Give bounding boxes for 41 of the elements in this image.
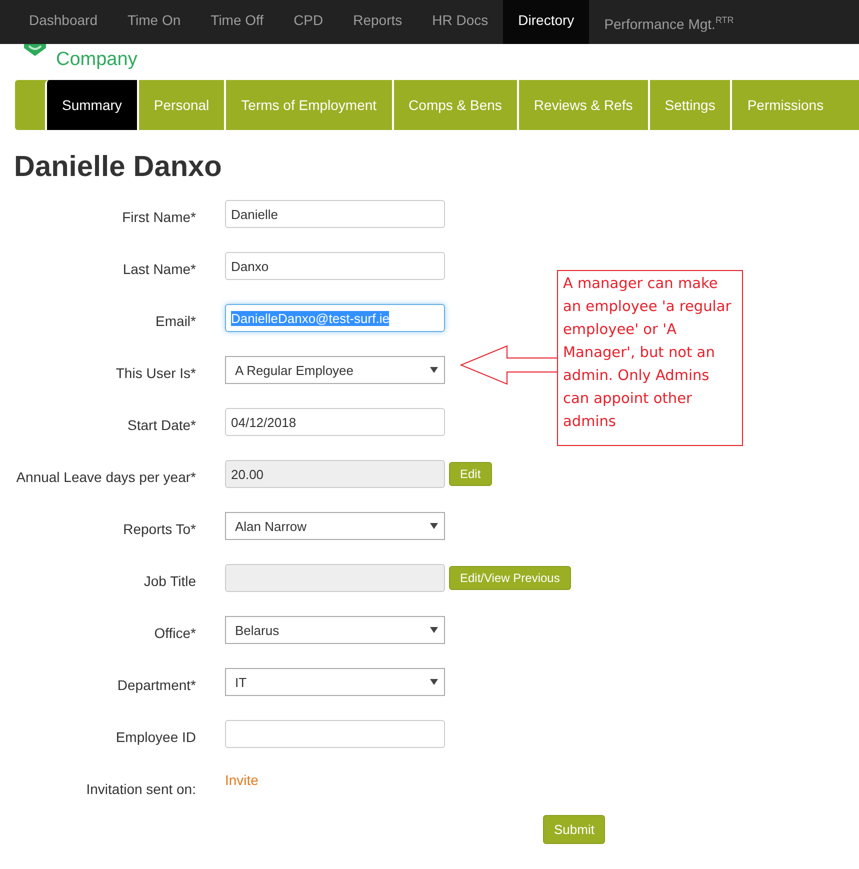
input-field[interactable]: Danielle [225, 200, 445, 228]
field-label: Reports To* [122, 520, 196, 537]
nav-tab[interactable]: Time Off [196, 0, 279, 44]
input-field[interactable]: Danxo [225, 252, 445, 280]
annotation-note: A manager can make an employee 'a regular employee' or 'A Manager', but not an admin. Only Admins can appoint other admins [557, 270, 743, 446]
logo-icon [22, 44, 48, 58]
field-label: Office* [153, 624, 196, 641]
input-field[interactable]: 20.00 [225, 460, 445, 488]
caret-icon [430, 367, 438, 373]
page-title: Danielle Danxo [14, 150, 223, 184]
dropdown[interactable]: Belarus [225, 616, 445, 644]
field-label: First Name* [121, 208, 196, 225]
field-label: Annual Leave days per year* [15, 468, 196, 485]
field-label: Start Date* [126, 416, 196, 433]
logo-text: Company [56, 50, 138, 70]
nav-tab[interactable]: Dashboard [14, 0, 112, 44]
field-label: Employee ID [114, 728, 196, 745]
field-label: Invitation sent on: [85, 780, 196, 797]
dropdown[interactable]: Alan Narrow [225, 512, 445, 540]
caret-icon [430, 679, 438, 685]
nav-tab[interactable]: Directory [503, 0, 590, 44]
input-field[interactable]: 04/12/2018 [225, 408, 445, 436]
dropdown[interactable]: A Regular Employee [225, 356, 445, 384]
dropdown[interactable]: IT [225, 668, 445, 696]
nav-tab[interactable]: HR Docs [417, 0, 504, 44]
input-field[interactable] [225, 720, 445, 748]
field-label: Email* [154, 312, 196, 329]
caret-icon [430, 627, 438, 633]
field-label: Job Title [142, 572, 196, 589]
nav-tab[interactable]: Reports [338, 0, 418, 44]
input-field[interactable]: DanielleDanxo@test-surf.ie [225, 304, 445, 332]
nav-tab[interactable]: Performance Mgt.$^{RTR}$ [589, 0, 749, 44]
tab[interactable]: Summary [45, 80, 137, 130]
field-label: This User Is* [114, 364, 196, 381]
field-label: Last Name* [122, 260, 196, 277]
caret-icon [430, 523, 438, 529]
input-field[interactable] [225, 564, 445, 592]
nav-tab[interactable]: CPD [278, 0, 338, 44]
nav-tab[interactable]: Time On [112, 0, 196, 44]
field-label: Department* [116, 676, 196, 693]
invite-link[interactable]: Invite [225, 772, 258, 788]
